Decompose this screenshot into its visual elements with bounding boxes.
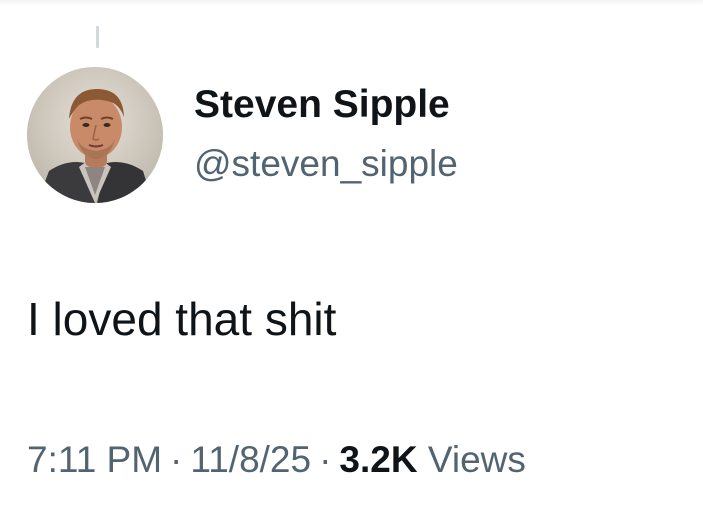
- author-handle[interactable]: @steven_sipple: [194, 142, 458, 186]
- tweet-text: I loved that shit: [27, 293, 337, 345]
- tweet-time[interactable]: 7:11 PM: [27, 439, 162, 480]
- avatar[interactable]: [27, 67, 163, 203]
- meta-separator: ·: [170, 439, 183, 480]
- views-label: Views: [427, 439, 526, 480]
- views-link[interactable]: 3.2K Views: [339, 439, 525, 480]
- thread-connector-line: [96, 26, 99, 48]
- author-display-name[interactable]: Steven Sipple: [194, 82, 450, 128]
- tweet-meta: 7:11 PM · 11/8/25 · 3.2K Views: [27, 437, 526, 483]
- tweet-date[interactable]: 11/8/25: [190, 439, 311, 480]
- views-count: 3.2K: [339, 439, 418, 480]
- user-profile-photo-icon: [27, 67, 163, 203]
- top-edge: [0, 0, 703, 6]
- meta-separator: ·: [319, 439, 332, 480]
